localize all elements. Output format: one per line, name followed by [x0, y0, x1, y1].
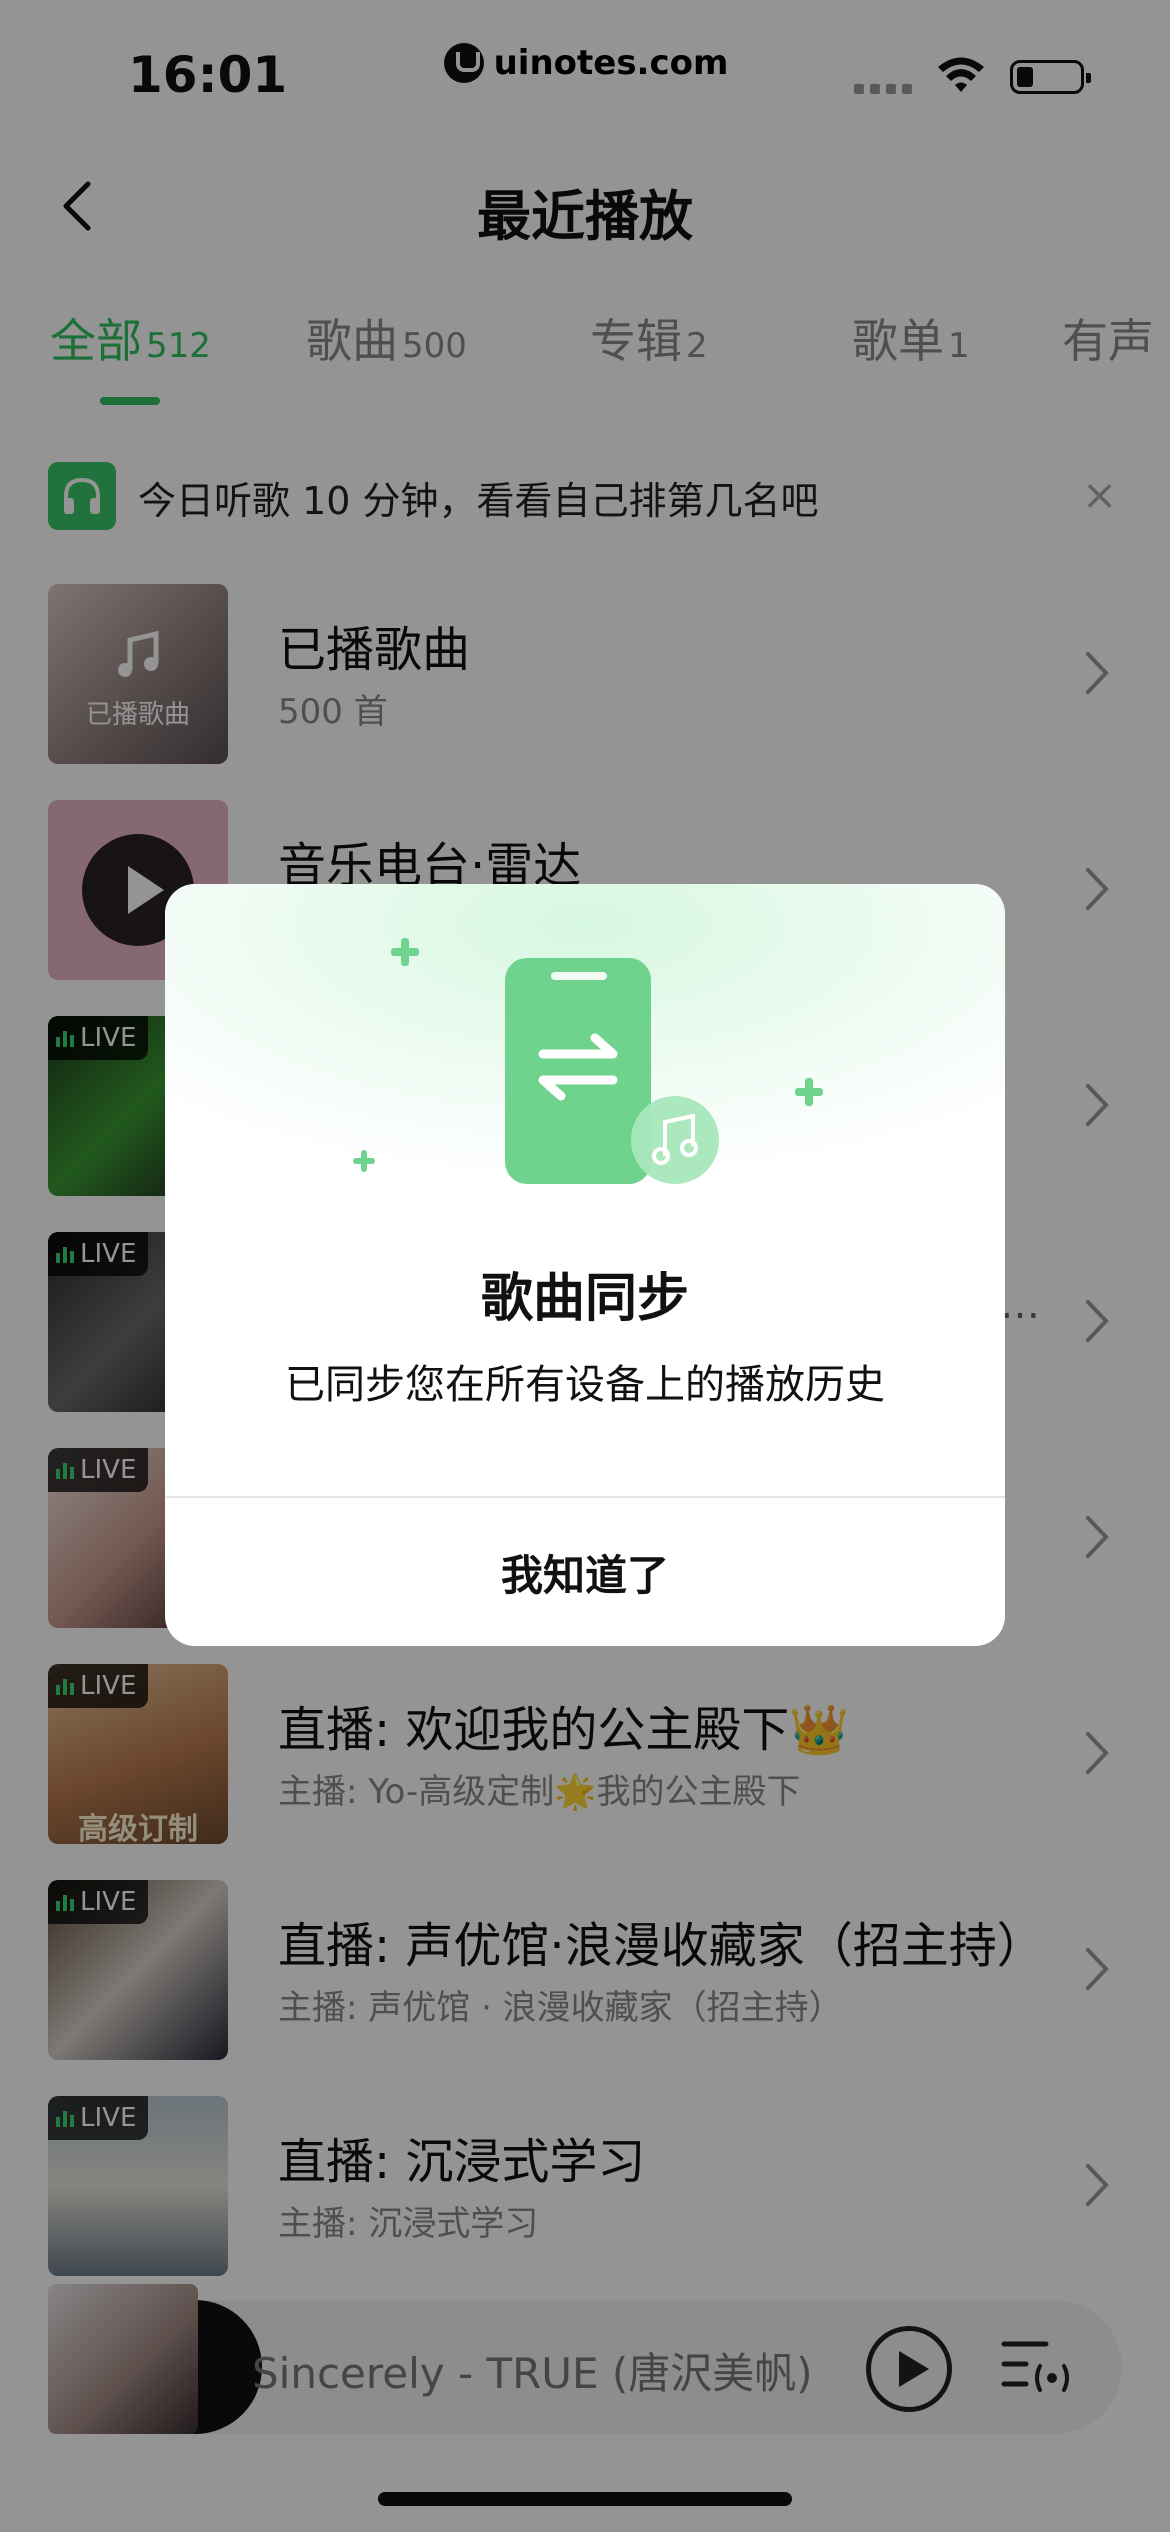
got-it-button[interactable]: 我知道了: [165, 1498, 1005, 1646]
sync-dialog: 歌曲同步 已同步您在所有设备上的播放历史 我知道了: [165, 884, 1005, 1646]
dialog-description: 已同步您在所有设备上的播放历史: [285, 1362, 885, 1408]
dialog-title: 歌曲同步: [480, 1269, 689, 1329]
phone-sync-illustration: [353, 938, 823, 1184]
